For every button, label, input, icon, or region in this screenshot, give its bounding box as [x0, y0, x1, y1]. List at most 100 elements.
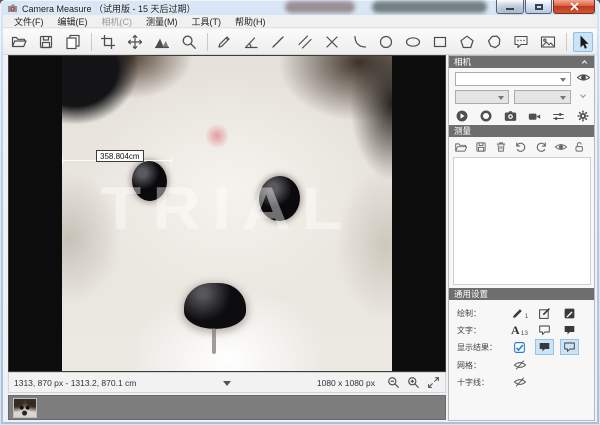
label-filled-button[interactable]: [557, 322, 582, 338]
show-results-setting-row: 显示结果：: [449, 339, 594, 355]
open-folder-icon: [11, 34, 27, 50]
font-size-button[interactable]: A13: [507, 322, 532, 338]
cursor-position-text: 1313, 870 px - 1313.2, 870.1 cm: [9, 378, 136, 388]
pentagon-tool-button[interactable]: [457, 32, 477, 52]
show-results-checkbox[interactable]: [507, 339, 532, 355]
circle-icon: [378, 34, 394, 50]
expand-icon: [427, 376, 440, 389]
measure-save-button[interactable]: [473, 140, 488, 154]
titlebar[interactable]: Camera Measure （试用版 - 15 天后过期）: [0, 0, 600, 15]
measure-lock-button[interactable]: [572, 140, 587, 154]
result-bubble-filled-button[interactable]: [535, 339, 554, 355]
dog-nose: [184, 283, 246, 329]
measure-open-button[interactable]: [453, 140, 468, 154]
ellipse-tool-button[interactable]: [403, 32, 423, 52]
arc-tool-button[interactable]: [349, 32, 369, 52]
levels-button[interactable]: [152, 32, 172, 52]
gear-icon: [576, 109, 590, 123]
close-icon: [570, 2, 579, 11]
statusbar: 1313, 870 px - 1313.2, 870.1 cm 1080 x 1…: [8, 372, 446, 393]
play-button[interactable]: [453, 108, 471, 124]
grid-visibility-button[interactable]: [507, 357, 532, 373]
pen-size-button[interactable]: 1: [507, 305, 532, 321]
zoom-out-button[interactable]: [385, 375, 401, 391]
snapshot-button[interactable]: [501, 108, 519, 124]
stop-button[interactable]: [477, 108, 495, 124]
zoom-in-button[interactable]: [405, 375, 421, 391]
fit-to-window-button[interactable]: [425, 375, 441, 391]
pen-tool-button[interactable]: [214, 32, 234, 52]
maximize-button[interactable]: [525, 0, 552, 14]
chevron-down-icon: [578, 91, 588, 101]
adjust-button[interactable]: [550, 108, 568, 124]
camera-select-dropdown[interactable]: [455, 72, 571, 86]
image-tool-button[interactable]: [538, 32, 558, 52]
settings-panel-header[interactable]: 通用设置: [449, 288, 594, 300]
draw-label: 绘制：: [449, 308, 507, 319]
grid-label: 网格：: [449, 360, 507, 371]
comment-tool-button[interactable]: [511, 32, 531, 52]
magnifier-icon: [181, 34, 197, 50]
image-canvas[interactable]: TRIAL 358.804cm: [8, 55, 446, 372]
copy-button[interactable]: [63, 32, 83, 52]
draw-fill-button[interactable]: [557, 305, 582, 321]
record-button[interactable]: [526, 108, 544, 124]
line-tool-button[interactable]: [268, 32, 288, 52]
menu-edit[interactable]: 编辑(E): [51, 15, 95, 28]
image-thumbnail[interactable]: [13, 398, 37, 418]
menu-tools[interactable]: 工具(T): [185, 15, 229, 28]
grid-setting-row: 网格：: [449, 357, 594, 373]
camera-panel-header[interactable]: 相机: [449, 56, 594, 68]
glass-reflection: [285, 1, 355, 13]
measure-panel-header[interactable]: 测量: [449, 125, 594, 137]
save-button[interactable]: [36, 32, 56, 52]
measurement-list[interactable]: [453, 157, 591, 285]
camera-preview-toggle[interactable]: [576, 71, 591, 84]
pencil-icon: [511, 307, 524, 320]
result-bubble-outline-button[interactable]: [560, 339, 579, 355]
eye-icon: [554, 141, 568, 153]
measure-panel-title: 测量: [454, 125, 471, 137]
draw-style-button[interactable]: [532, 305, 557, 321]
polygon-tool-button[interactable]: [484, 32, 504, 52]
cross-lines-tool-button[interactable]: [322, 32, 342, 52]
play-icon: [455, 109, 469, 123]
arc-icon: [351, 34, 367, 50]
undo-button[interactable]: [513, 140, 528, 154]
camera-more-button[interactable]: [578, 91, 588, 101]
crop-button[interactable]: [98, 32, 118, 52]
measure-visibility-button[interactable]: [554, 140, 569, 154]
menu-file[interactable]: 文件(F): [7, 15, 51, 28]
polygon-icon: [486, 34, 502, 50]
settings-button[interactable]: [574, 108, 592, 124]
menubar: 文件(F) 编辑(E) 相机(C) 测量(M) 工具(T) 帮助(H): [3, 15, 597, 28]
dog-photo[interactable]: TRIAL: [62, 56, 392, 371]
cursor-tool-button[interactable]: [573, 32, 593, 52]
window-content: 文件(F) 编辑(E) 相机(C) 测量(M) 工具(T) 帮助(H): [3, 15, 597, 422]
parallel-lines-tool-button[interactable]: [295, 32, 315, 52]
menu-help[interactable]: 帮助(H): [228, 15, 273, 28]
pen-icon: [216, 34, 232, 50]
label-outline-button[interactable]: [532, 322, 557, 338]
menu-measure[interactable]: 测量(M): [139, 15, 185, 28]
minimize-button[interactable]: [496, 0, 524, 14]
dog-forehead-mark: [206, 122, 228, 150]
move-button[interactable]: [125, 32, 145, 52]
angle-tool-button[interactable]: [241, 32, 261, 52]
measure-delete-button[interactable]: [493, 140, 508, 154]
eye-slash-icon: [513, 376, 527, 388]
redo-icon: [535, 141, 548, 154]
crosshair-visibility-button[interactable]: [507, 374, 532, 390]
maximize-icon: [535, 4, 543, 10]
open-button[interactable]: [9, 32, 29, 52]
rectangle-tool-button[interactable]: [430, 32, 450, 52]
trial-watermark: TRIAL: [62, 174, 392, 243]
close-button[interactable]: [553, 0, 595, 14]
magnifier-button[interactable]: [179, 32, 199, 52]
statusbar-caret-icon[interactable]: [223, 381, 231, 386]
bubble-outline-icon: [538, 324, 551, 336]
circle-tool-button[interactable]: [376, 32, 396, 52]
crosshair-label: 十字线：: [449, 377, 507, 388]
redo-button[interactable]: [534, 140, 549, 154]
measurement-value-label[interactable]: 358.804cm: [96, 150, 144, 162]
